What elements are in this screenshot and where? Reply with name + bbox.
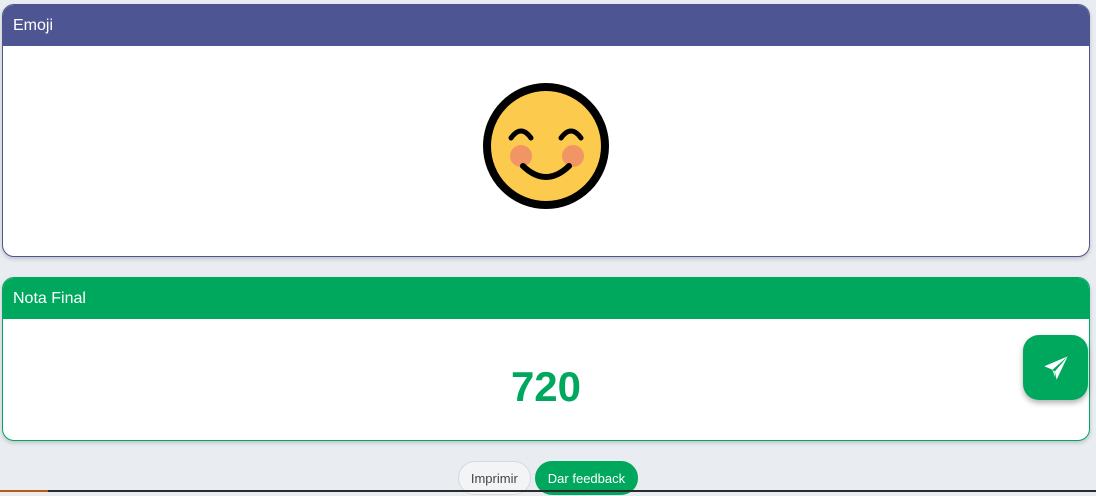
- emoji-card: Emoji: [2, 4, 1090, 257]
- emoji-card-body: [3, 46, 1089, 256]
- grade-card-title: Nota Final: [3, 278, 1089, 319]
- final-grade-value: 720: [510, 363, 582, 410]
- send-fab-button[interactable]: [1023, 335, 1088, 400]
- smiling-face-icon: [483, 83, 609, 209]
- emoji-card-title: Emoji: [3, 5, 1089, 46]
- paper-plane-icon: [1043, 355, 1068, 380]
- grade-card-body: 720: [3, 319, 1089, 440]
- grade-card: Nota Final 720: [2, 277, 1090, 441]
